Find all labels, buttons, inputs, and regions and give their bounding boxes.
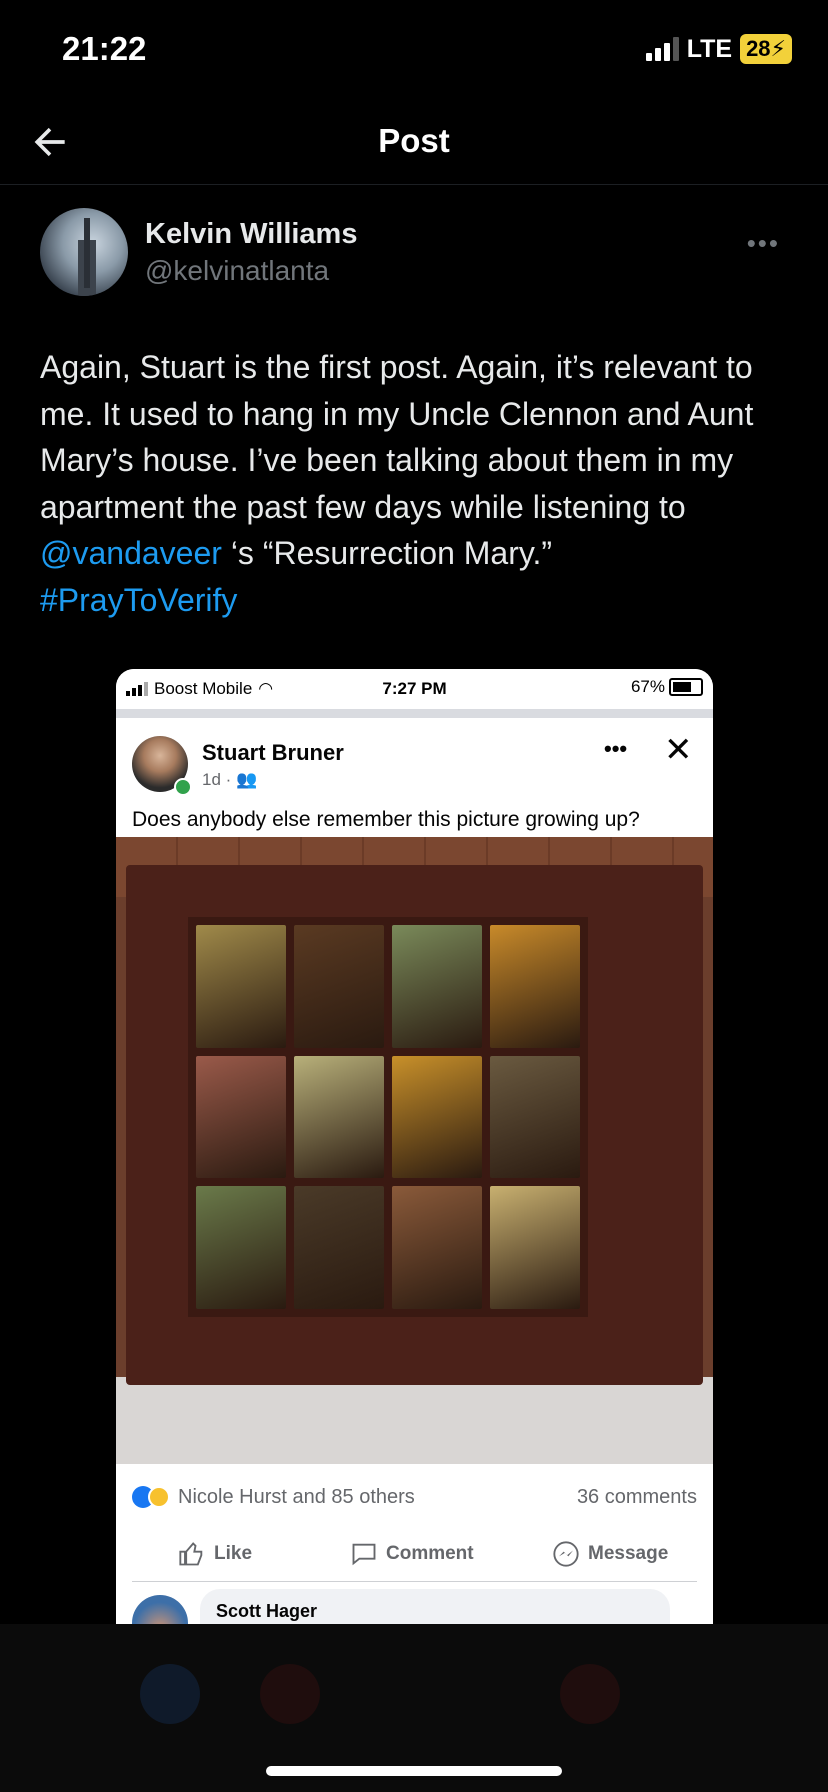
fb-post-text: Does anybody else remember this picture … xyxy=(132,808,640,831)
tab-icon[interactable] xyxy=(140,1664,200,1724)
post-text: Again, Stuart is the first post. Again, … xyxy=(40,344,800,623)
messenger-icon xyxy=(553,1541,579,1567)
painting-pane xyxy=(490,1055,580,1179)
fb-author-name: Stuart Bruner xyxy=(202,740,344,765)
like-button: Like xyxy=(178,1540,252,1568)
post-text-part-2: ‘s “Resurrection Mary.” xyxy=(221,535,553,571)
network-type: LTE xyxy=(686,34,733,63)
author-name[interactable]: Kelvin Williams xyxy=(145,218,357,251)
more-options-icon[interactable]: ••• xyxy=(747,228,780,259)
battery-level: 28 xyxy=(746,36,771,61)
painting-pane xyxy=(196,925,286,1048)
painting-pane xyxy=(294,925,384,1048)
reactions-bar: Nicole Hurst and 85 others 36 comments xyxy=(116,1464,713,1527)
page-title: Post xyxy=(378,122,450,159)
comment-icon xyxy=(352,1543,376,1566)
status-indicators: LTE 28⚡ xyxy=(645,34,792,64)
friends-icon: 👥 xyxy=(236,770,258,789)
window-frame-painting-photo xyxy=(116,837,713,1464)
post-text-part-1: Again, Stuart is the first post. Again, … xyxy=(40,349,754,525)
status-bar: 21:22 LTE 28⚡ xyxy=(0,0,828,100)
painting-pane xyxy=(294,1055,384,1179)
comment-button: Comment xyxy=(350,1540,474,1568)
tab-icon[interactable] xyxy=(560,1664,620,1724)
thumbs-up-icon xyxy=(179,1542,203,1566)
painting-pane xyxy=(196,1055,286,1179)
post-author: Kelvin Williams @kelvinatlanta ••• xyxy=(40,208,790,300)
comments-count: 36 comments xyxy=(576,1486,697,1508)
painting-pane xyxy=(392,1186,482,1309)
haha-reaction-icon xyxy=(148,1486,170,1508)
fb-action-bar: Like Comment Message xyxy=(116,1524,713,1584)
home-indicator[interactable] xyxy=(266,1766,562,1776)
painting-pane xyxy=(196,1186,286,1309)
avatar[interactable] xyxy=(40,208,128,296)
embedded-battery-level: 67% xyxy=(630,677,665,696)
hashtag-link[interactable]: #PrayToVerify xyxy=(40,582,237,618)
painting-pane xyxy=(490,1186,580,1309)
battery-icon: 28⚡ xyxy=(740,34,792,64)
reactions-summary: Nicole Hurst and 85 others xyxy=(178,1486,415,1508)
painting-pane xyxy=(294,1186,384,1309)
status-time: 21:22 xyxy=(62,30,147,67)
fb-post-meta: 1d · 👥 xyxy=(202,770,258,789)
tab-icon[interactable] xyxy=(260,1664,320,1724)
embedded-time: 7:27 PM xyxy=(382,679,447,698)
fb-more-icon: ••• xyxy=(604,736,628,761)
painting-pane xyxy=(490,925,580,1048)
message-button: Message xyxy=(552,1540,668,1568)
online-indicator-icon xyxy=(174,778,192,796)
embedded-status-bar: Boost Mobile ◠ 7:27 PM 67% xyxy=(116,669,713,709)
commenter-avatar xyxy=(132,1595,188,1624)
nav-divider xyxy=(0,184,828,185)
mention-link[interactable]: @vandaveer xyxy=(40,535,222,571)
post-media-image[interactable]: Boost Mobile ◠ 7:27 PM 67% Stuart Bruner… xyxy=(116,669,713,1624)
close-icon: ✕ xyxy=(664,731,693,769)
top-nav: Post xyxy=(0,100,828,184)
signal-icon xyxy=(645,37,679,61)
embedded-battery-icon xyxy=(669,678,703,696)
commenter-name: Scott Hager xyxy=(216,1601,318,1621)
painting-pane xyxy=(392,925,482,1048)
fb-comment: Scott Hager xyxy=(116,1587,713,1624)
author-handle[interactable]: @kelvinatlanta xyxy=(145,255,329,287)
painting-pane xyxy=(392,1055,482,1179)
